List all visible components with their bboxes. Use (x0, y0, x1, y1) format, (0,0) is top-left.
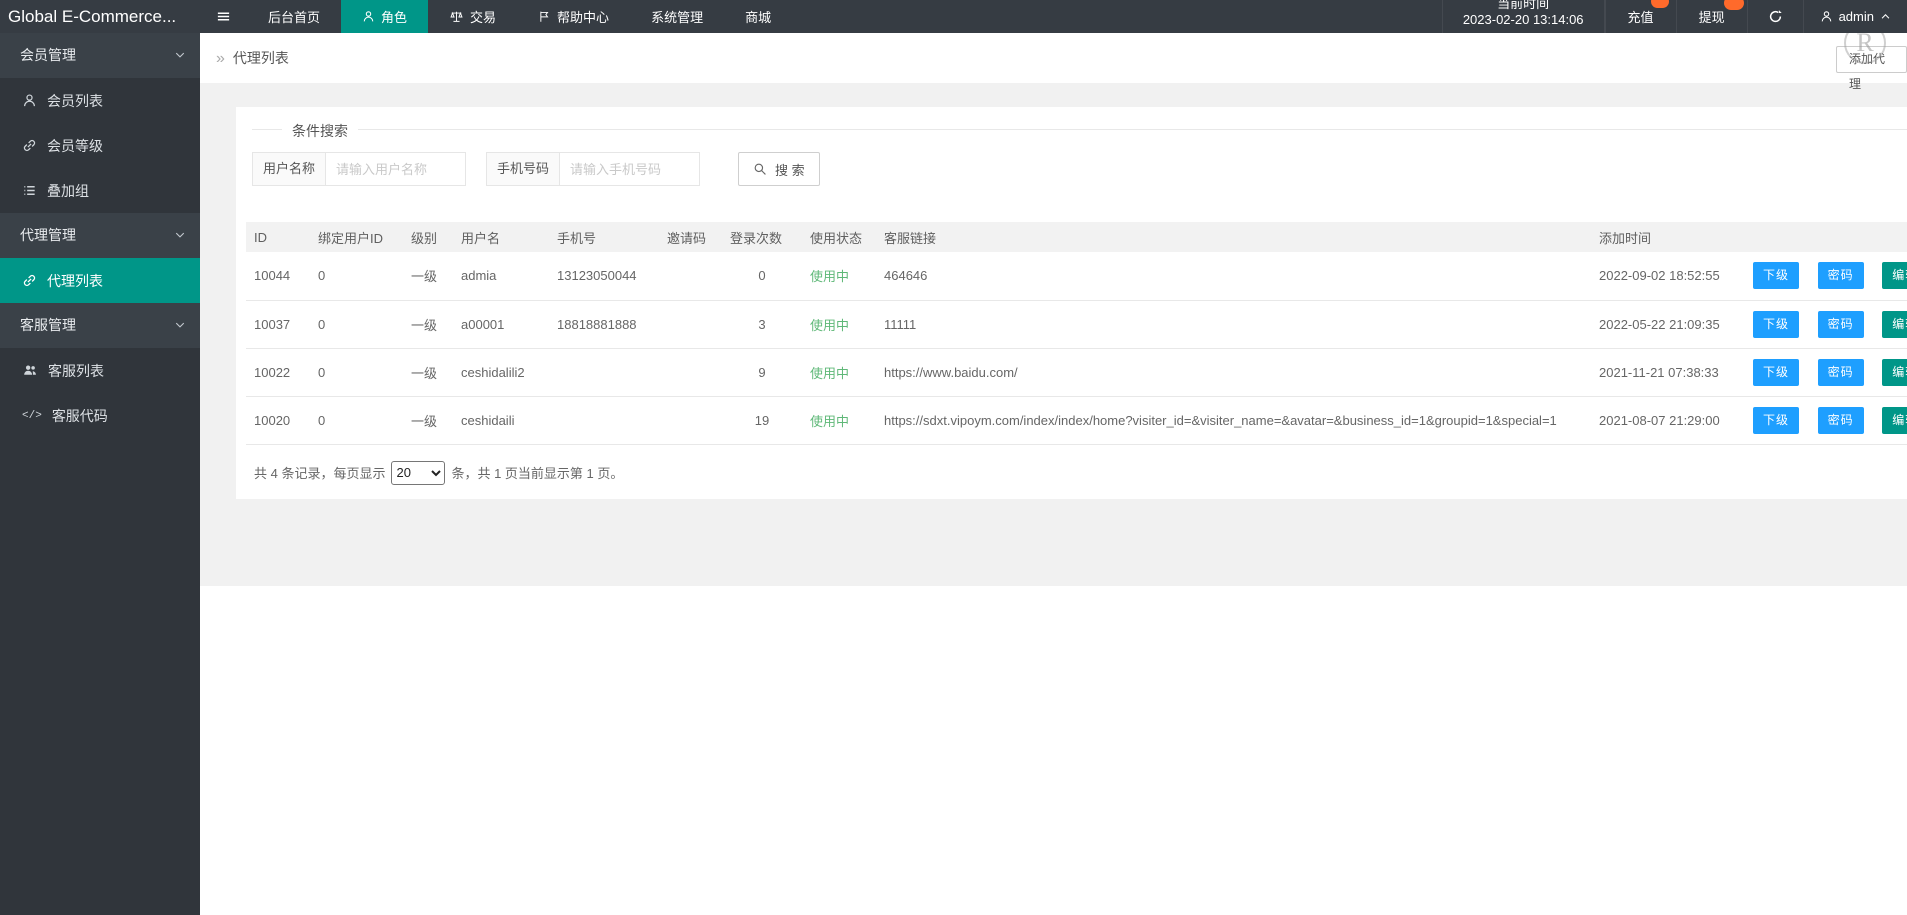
subordinate-button[interactable]: 下级 (1753, 262, 1799, 289)
scales-icon (449, 10, 464, 24)
table-row: 10037 0 一级 a00001 18818881888 3 使用中 1111… (246, 300, 1907, 348)
list-icon (22, 183, 37, 198)
th-phone: 手机号 (549, 222, 659, 252)
withdraw-badge (1724, 0, 1744, 10)
user-icon (22, 93, 37, 108)
th-service-link: 客服链接 (876, 222, 1591, 252)
table-row: 10022 0 一级 ceshidalili2 9 使用中 https://ww… (246, 348, 1907, 396)
refresh-icon[interactable] (1747, 0, 1803, 33)
th-invite-code: 邀请码 (659, 222, 722, 252)
user-icon (1820, 10, 1833, 23)
recharge-link[interactable]: 充值 (1605, 0, 1676, 33)
top-navbar: Global E-Commerce... 后台首页 角色 交易 帮助中心 系统管… (0, 0, 1907, 33)
sidebar-item-stack-group[interactable]: 叠加组 (0, 168, 200, 213)
top-menu: 后台首页 角色 交易 帮助中心 系统管理 商城 (247, 0, 792, 33)
sidebar-group-member[interactable]: 会员管理 (0, 33, 200, 78)
chevron-down-icon (174, 49, 186, 61)
phone-input[interactable] (559, 152, 700, 186)
status-badge: 使用中 (802, 252, 876, 300)
username-input[interactable] (325, 152, 466, 186)
chevron-up-icon (1880, 11, 1891, 22)
user-menu[interactable]: admin (1803, 0, 1907, 33)
th-actions (1737, 222, 1907, 252)
sidebar-item-member-level[interactable]: 会员等级 (0, 123, 200, 168)
agent-list-card: 条件搜索 用户名称 手机号码 搜 索 (236, 107, 1907, 499)
edit-button[interactable]: 编辑 (1882, 359, 1907, 386)
th-bind-user-id: 绑定用户ID (310, 222, 403, 252)
status-badge: 使用中 (802, 396, 876, 444)
table-header-row: ID 绑定用户ID 级别 用户名 手机号 邀请码 登录次数 使用状态 客服链接 … (246, 222, 1907, 252)
pagination-prefix: 共 4 条记录，每页显示 (254, 463, 385, 482)
pagination-suffix: 条，共 1 页当前显示第 1 页。 (451, 463, 623, 482)
th-login-count: 登录次数 (722, 222, 802, 252)
sidebar-item-agent-list[interactable]: 代理列表 (0, 258, 200, 303)
table-row: 10020 0 一级 ceshidaili 19 使用中 https://sdx… (246, 396, 1907, 444)
status-badge: 使用中 (802, 348, 876, 396)
phone-group: 手机号码 (486, 152, 700, 186)
breadcrumb-icon: » (216, 50, 225, 67)
search-row: 用户名称 手机号码 搜 索 (252, 152, 1907, 186)
current-time: 当前时间 2023-02-20 13:14:06 (1442, 0, 1605, 33)
main-content: 条件搜索 用户名称 手机号码 搜 索 (200, 83, 1907, 586)
edit-button[interactable]: 编辑 (1882, 262, 1907, 289)
edit-button[interactable]: 编辑 (1882, 311, 1907, 338)
status-badge: 使用中 (802, 300, 876, 348)
nav-item-mall[interactable]: 商城 (724, 0, 792, 33)
nav-item-home[interactable]: 后台首页 (247, 0, 341, 33)
nav-item-system[interactable]: 系统管理 (630, 0, 724, 33)
username-group: 用户名称 (252, 152, 466, 186)
pagination: 共 4 条记录，每页显示 20 条，共 1 页当前显示第 1 页。 (254, 461, 1907, 485)
sidebar-item-member-list[interactable]: 会员列表 (0, 78, 200, 123)
search-icon (753, 162, 767, 176)
menu-icon[interactable] (200, 0, 247, 33)
subordinate-button[interactable]: 下级 (1753, 311, 1799, 338)
phone-label: 手机号码 (486, 152, 560, 186)
add-agent-button[interactable]: 添加代理 (1836, 46, 1907, 73)
sidebar-group-agent[interactable]: 代理管理 (0, 213, 200, 258)
chevron-down-icon (174, 229, 186, 241)
password-button[interactable]: 密码 (1818, 311, 1864, 338)
breadcrumb: »代理列表 (216, 33, 289, 84)
time-value: 2023-02-20 13:14:06 (1463, 12, 1584, 33)
edit-button[interactable]: 编辑 (1882, 407, 1907, 434)
search-button[interactable]: 搜 索 (738, 152, 820, 186)
people-icon (22, 363, 38, 378)
th-created-at: 添加时间 (1591, 222, 1737, 252)
search-fieldset: 条件搜索 (252, 129, 1907, 130)
th-status: 使用状态 (802, 222, 876, 252)
app-logo: Global E-Commerce... (0, 0, 200, 33)
sidebar: 会员管理 会员列表 会员等级 叠加组 代理管理 代理列表 客服管理 客服列表 <… (0, 33, 200, 915)
password-button[interactable]: 密码 (1818, 262, 1864, 289)
chevron-down-icon (174, 319, 186, 331)
th-level: 级别 (403, 222, 453, 252)
sidebar-item-service-list[interactable]: 客服列表 (0, 348, 200, 393)
flag-icon (538, 10, 551, 23)
withdraw-link[interactable]: 提现 (1676, 0, 1747, 33)
nav-item-role[interactable]: 角色 (341, 0, 428, 33)
recharge-badge (1651, 0, 1669, 8)
username: admin (1839, 9, 1874, 24)
page-size-select[interactable]: 20 (391, 461, 445, 485)
search-legend: 条件搜索 (282, 121, 358, 141)
th-username: 用户名 (453, 222, 549, 252)
password-button[interactable]: 密码 (1818, 407, 1864, 434)
sidebar-group-service[interactable]: 客服管理 (0, 303, 200, 348)
link-icon (22, 273, 37, 288)
password-button[interactable]: 密码 (1818, 359, 1864, 386)
username-label: 用户名称 (252, 152, 326, 186)
nav-item-trade[interactable]: 交易 (428, 0, 517, 33)
time-label: 当前时间 (1443, 0, 1604, 12)
navbar-right: 当前时间 2023-02-20 13:14:06 充值 提现 admin (1442, 0, 1907, 33)
code-icon: </> (22, 410, 42, 422)
breadcrumb-bar: »代理列表 添加代理 R (200, 33, 1907, 83)
subordinate-button[interactable]: 下级 (1753, 407, 1799, 434)
th-id: ID (246, 222, 310, 252)
table-row: 10044 0 一级 admia 13123050044 0 使用中 46464… (246, 252, 1907, 300)
sidebar-item-service-code[interactable]: </> 客服代码 (0, 393, 200, 438)
agent-table: ID 绑定用户ID 级别 用户名 手机号 邀请码 登录次数 使用状态 客服链接 … (246, 222, 1907, 445)
subordinate-button[interactable]: 下级 (1753, 359, 1799, 386)
user-icon (362, 10, 375, 23)
nav-item-help[interactable]: 帮助中心 (517, 0, 630, 33)
link-icon (22, 138, 37, 153)
